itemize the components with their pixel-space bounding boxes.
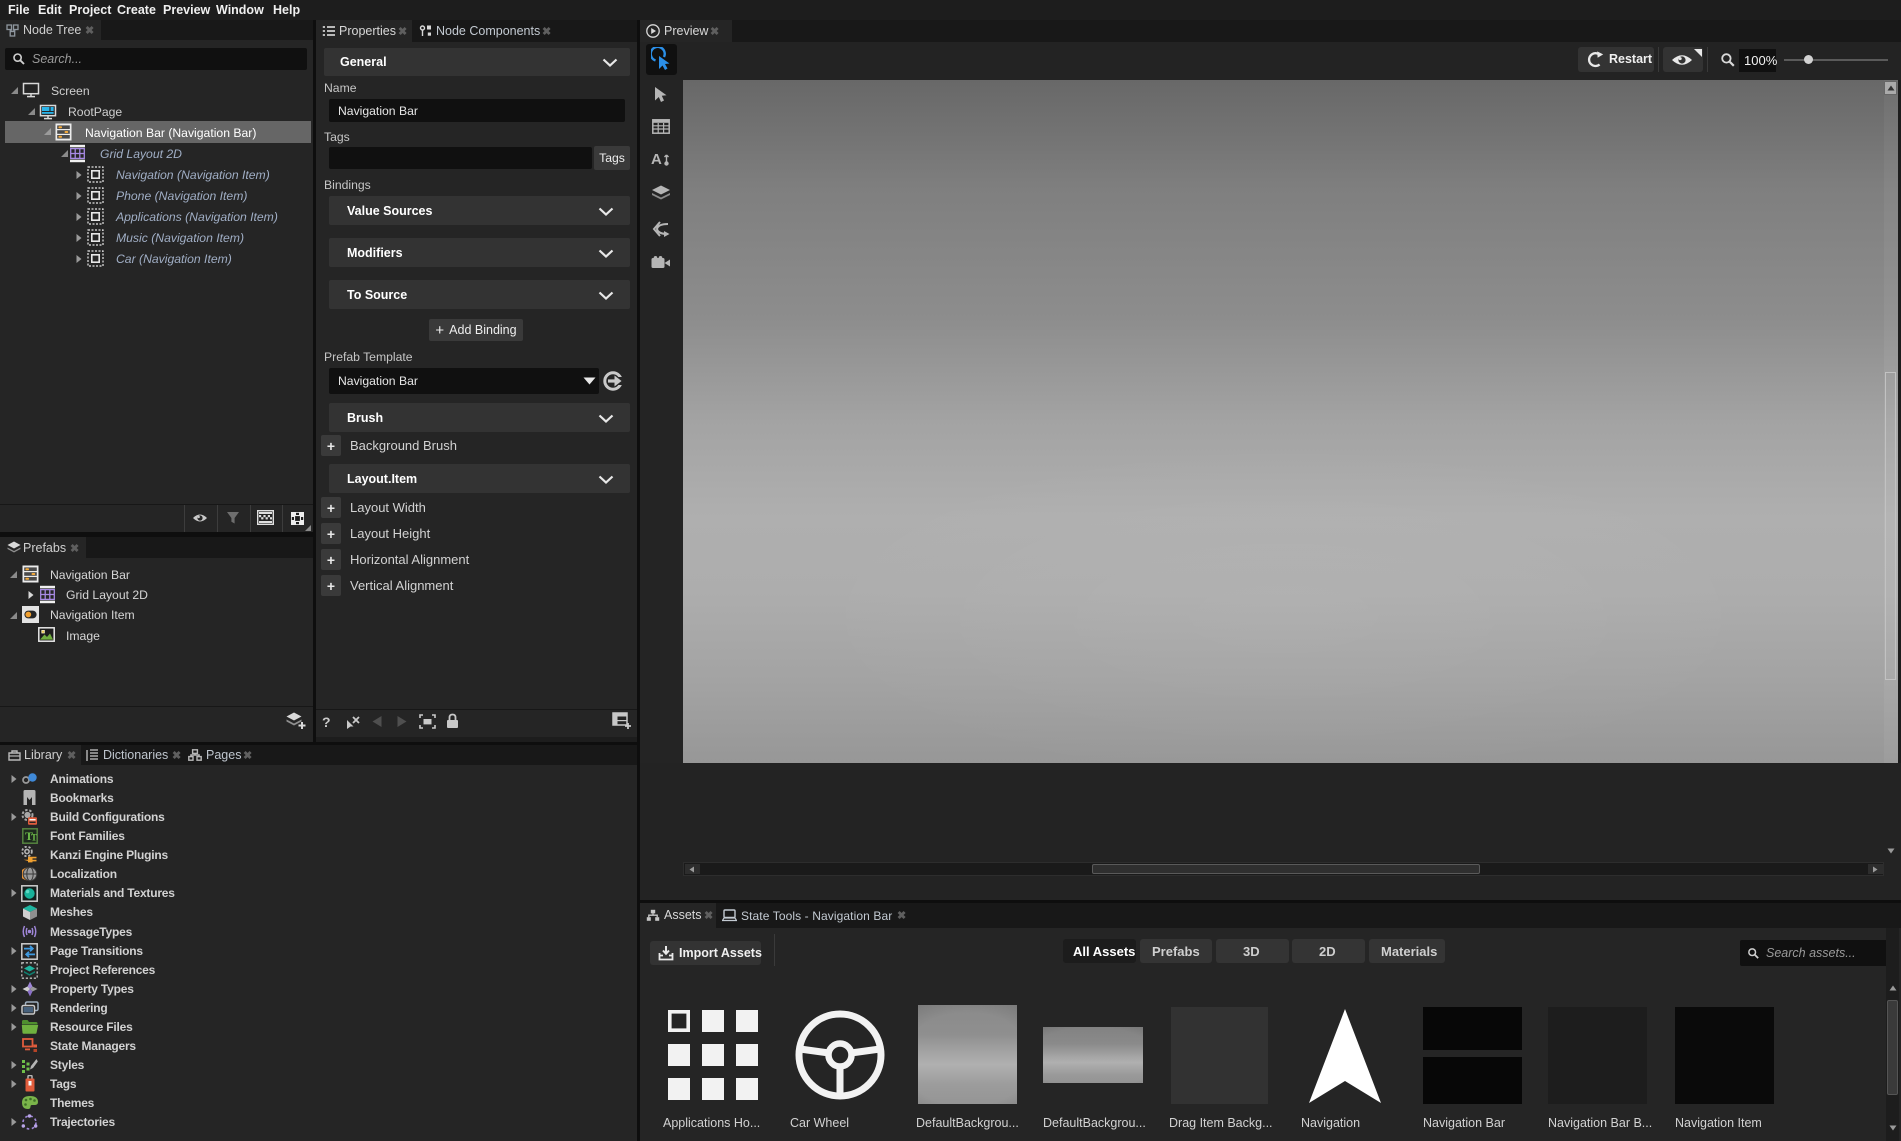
svg-text:T: T [31, 833, 37, 843]
svg-text:A: A [651, 151, 662, 168]
